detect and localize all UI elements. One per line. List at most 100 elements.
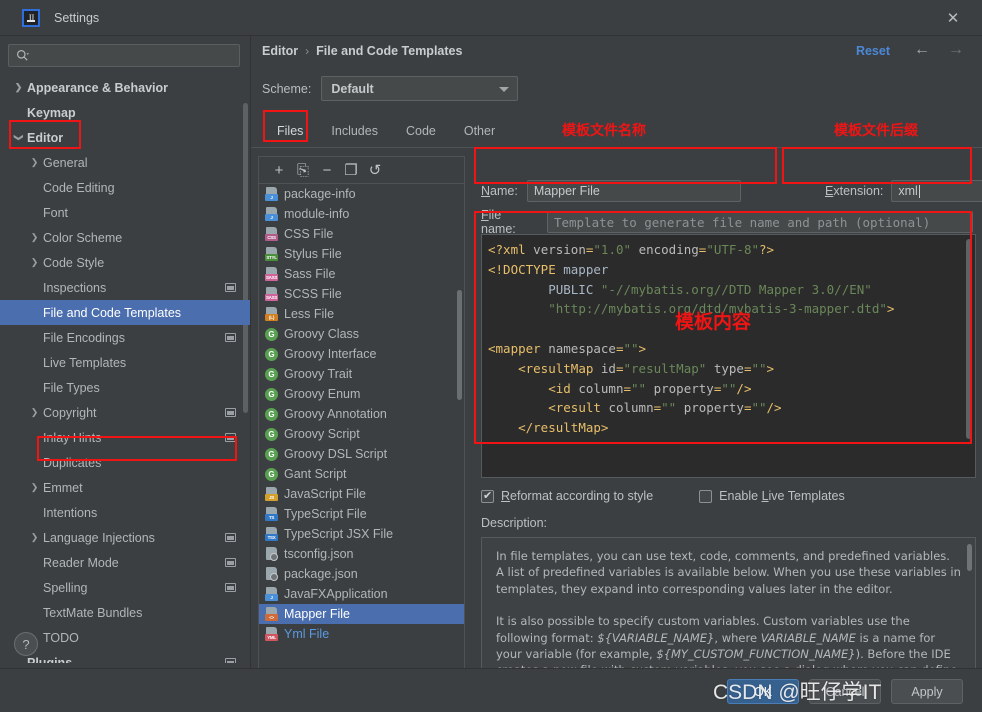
description-scrollbar[interactable]: [967, 544, 972, 571]
reset-icon[interactable]: ↺: [363, 159, 387, 181]
sidebar-item-plugins[interactable]: ❯Plugins: [0, 650, 250, 663]
sidebar-item-reader-mode[interactable]: ❯Reader Mode: [0, 550, 250, 575]
file-template-item[interactable]: G Groovy Enum: [259, 384, 464, 404]
sidebar-item-intentions[interactable]: ❯Intentions: [0, 500, 250, 525]
code-token: =: [615, 360, 624, 376]
stylus-file-icon: STYL: [265, 247, 278, 261]
search-input[interactable]: [29, 48, 239, 63]
extension-input[interactable]: xml: [891, 180, 982, 202]
template-code-editor[interactable]: <?xml version="1.0" encoding="UTF-8"?> <!…: [481, 234, 976, 478]
file-template-item[interactable]: JS JavaScript File: [259, 484, 464, 504]
sidebar-item-file-and-code-templates[interactable]: ❯File and Code Templates: [0, 300, 250, 325]
template-file-list[interactable]: Jpackage-info Jmodule-info CSS CSS File STYL…: [259, 184, 464, 668]
sidebar-item-code-editing[interactable]: ❯Code Editing: [0, 175, 250, 200]
sidebar-item-keymap[interactable]: ❯Keymap: [0, 100, 250, 125]
file-template-item[interactable]: G Groovy Class: [259, 324, 464, 344]
code-token: property: [653, 380, 714, 396]
filename-input[interactable]: Template to generate file name and path …: [546, 211, 973, 233]
chevron-right-icon[interactable]: ❯: [28, 257, 41, 268]
file-template-item[interactable]: Jpackage-info: [259, 184, 464, 204]
tab-files[interactable]: Files: [263, 114, 317, 148]
chevron-right-icon[interactable]: ❯: [12, 82, 25, 93]
help-button[interactable]: ?: [14, 632, 38, 656]
file-list-vertical-scrollbar[interactable]: [457, 290, 462, 400]
sidebar-item-inspections[interactable]: ❯Inspections: [0, 275, 250, 300]
ok-button[interactable]: OK: [727, 679, 799, 704]
text-caret: [918, 184, 920, 198]
file-template-item[interactable]: TSX TypeScript JSX File: [259, 524, 464, 544]
sidebar-item-label: Inlay Hints: [43, 430, 102, 445]
sidebar-item-inlay-hints[interactable]: ❯Inlay Hints: [0, 425, 250, 450]
sidebar-item-live-templates[interactable]: ❯Live Templates: [0, 350, 250, 375]
apply-button[interactable]: Apply: [891, 679, 963, 704]
file-template-item[interactable]: G Groovy Annotation: [259, 404, 464, 424]
chevron-right-icon[interactable]: ❯: [28, 532, 41, 543]
sidebar-item-copyright[interactable]: ❯ Copyright: [0, 400, 250, 425]
file-template-item[interactable]: {L} Less File: [259, 304, 464, 324]
cancel-button[interactable]: Cancel: [809, 679, 881, 704]
tab-code[interactable]: Code: [392, 114, 450, 148]
reformat-checkbox[interactable]: [481, 489, 494, 503]
file-template-item[interactable]: J JavaFXApplication: [259, 584, 464, 604]
code-token: />: [766, 400, 782, 416]
copy-file-icon[interactable]: ⎘: [291, 159, 315, 181]
chevron-right-icon[interactable]: ❯: [28, 407, 41, 418]
file-template-item[interactable]: TS TypeScript File: [259, 504, 464, 524]
minus-icon[interactable]: −: [315, 159, 339, 181]
chevron-right-icon[interactable]: ❯: [28, 482, 41, 493]
sidebar-item-file-encodings[interactable]: ❯File Encodings: [0, 325, 250, 350]
file-template-item[interactable]: STYL Stylus File: [259, 244, 464, 264]
scheme-label: Scheme:: [262, 81, 312, 96]
live-templates-checkbox[interactable]: [699, 489, 713, 503]
reset-link[interactable]: Reset: [856, 44, 890, 58]
close-icon[interactable]: ✕: [944, 9, 962, 27]
file-template-item[interactable]: tsconfig.json: [259, 544, 464, 564]
plus-icon[interactable]: +: [267, 159, 291, 181]
code-token: "": [721, 380, 737, 396]
chevron-down-icon[interactable]: ❯: [13, 131, 24, 144]
file-template-item[interactable]: YML Yml File: [259, 624, 464, 644]
desc-p2-b: , where: [714, 630, 761, 645]
breadcrumb-root[interactable]: Editor: [262, 44, 298, 58]
sidebar-item-editor[interactable]: ❯ Editor: [0, 125, 250, 150]
sidebar-item-font[interactable]: ❯Font: [0, 200, 250, 225]
file-template-item[interactable]: Jmodule-info: [259, 204, 464, 224]
search-box[interactable]: [8, 44, 240, 67]
sidebar-item-duplicates[interactable]: ❯Duplicates: [0, 450, 250, 475]
file-template-item[interactable]: SASS Sass File: [259, 264, 464, 284]
sidebar-item-appearance-behavior[interactable]: ❯ Appearance & Behavior: [0, 75, 250, 100]
template-editor-panel: Name: Mapper File Extension: xml File na…: [473, 156, 982, 693]
chevron-right-icon[interactable]: ❯: [28, 232, 41, 243]
arrow-left-icon[interactable]: ←: [914, 42, 930, 58]
scheme-select[interactable]: Default: [321, 76, 519, 101]
sidebar-item-general[interactable]: ❯ General: [0, 150, 250, 175]
file-template-label: package.json: [284, 567, 358, 581]
sidebar-item-file-types[interactable]: ❯File Types: [0, 375, 250, 400]
duplicate-icon[interactable]: ❐: [339, 159, 363, 181]
arrow-right-icon[interactable]: →: [948, 42, 964, 58]
file-template-item[interactable]: G Groovy Trait: [259, 364, 464, 384]
file-template-item[interactable]: G Gant Script: [259, 464, 464, 484]
sidebar-item-label: Font: [43, 205, 69, 220]
settings-tree[interactable]: ❯Appearance & Behavior❯Keymap❯Editor❯Gen…: [0, 75, 250, 663]
file-template-item[interactable]: CSS CSS File: [259, 224, 464, 244]
window-title: Settings: [54, 10, 100, 25]
chevron-right-icon[interactable]: ❯: [28, 157, 41, 168]
file-template-item[interactable]: <> Mapper File: [259, 604, 464, 624]
editor-vertical-scrollbar[interactable]: [966, 239, 972, 439]
file-template-item[interactable]: SASS SCSS File: [259, 284, 464, 304]
file-template-item[interactable]: G Groovy Interface: [259, 344, 464, 364]
sidebar-item-emmet[interactable]: ❯ Emmet: [0, 475, 250, 500]
sidebar-item-code-style[interactable]: ❯ Code Style: [0, 250, 250, 275]
sidebar-item-spelling[interactable]: ❯Spelling: [0, 575, 250, 600]
name-input[interactable]: Mapper File: [526, 180, 741, 202]
file-template-item[interactable]: G Groovy DSL Script: [259, 444, 464, 464]
tab-other[interactable]: Other: [450, 114, 509, 148]
sidebar-item-textmate-bundles[interactable]: ❯TextMate Bundles: [0, 600, 250, 625]
sidebar-item-language-injections[interactable]: ❯ Language Injections: [0, 525, 250, 550]
tab-includes[interactable]: Includes: [317, 114, 392, 148]
file-template-item[interactable]: package.json: [259, 564, 464, 584]
sidebar-item-color-scheme[interactable]: ❯ Color Scheme: [0, 225, 250, 250]
file-template-item[interactable]: G Groovy Script: [259, 424, 464, 444]
